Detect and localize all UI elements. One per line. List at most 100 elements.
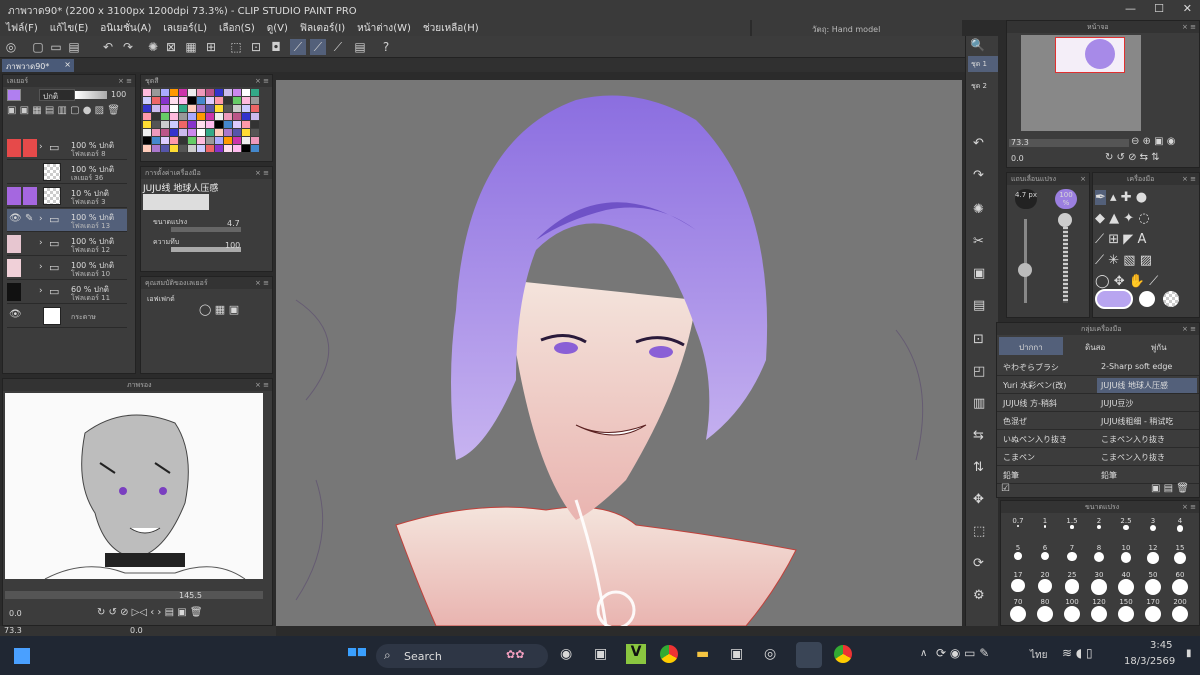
sub-tool-actions-icons[interactable]: ▣ ▤ 🗑 bbox=[1151, 483, 1189, 494]
panel-close-icon[interactable]: × ≡ bbox=[1182, 501, 1196, 513]
move-icon[interactable]: ✥ bbox=[973, 492, 984, 507]
transparent-color-swatch[interactable] bbox=[1163, 291, 1179, 307]
folder-chevron-icon[interactable]: › bbox=[39, 286, 43, 296]
color-swatch[interactable] bbox=[224, 89, 232, 96]
color-swatch[interactable] bbox=[143, 129, 151, 136]
folder-chevron-icon[interactable]: › bbox=[39, 214, 43, 224]
save-icon[interactable]: ▤ bbox=[66, 39, 82, 55]
clock-date[interactable]: 18/3/2569 bbox=[1124, 656, 1175, 667]
ruler-tool-icon[interactable]: ⟋ bbox=[1095, 253, 1104, 268]
color-swatch[interactable] bbox=[233, 137, 241, 144]
color-swatch[interactable] bbox=[152, 105, 160, 112]
brush-size-cell[interactable]: 170 bbox=[1140, 598, 1166, 624]
color-swatch[interactable] bbox=[215, 129, 223, 136]
brush-size-cell[interactable]: 8 bbox=[1086, 544, 1112, 570]
sub-tool-item[interactable]: 2-Sharp soft edge bbox=[1097, 360, 1197, 375]
grid-snap-icon[interactable]: ⟋ bbox=[330, 39, 346, 55]
gradient-2-tool-icon[interactable]: ▨ bbox=[1140, 253, 1152, 268]
brush-size-cell[interactable]: 70 bbox=[1005, 598, 1031, 624]
color-swatch[interactable] bbox=[197, 137, 205, 144]
color-swatch[interactable] bbox=[251, 129, 259, 136]
redo-icon[interactable]: ↷ bbox=[120, 39, 136, 55]
color-swatch[interactable] bbox=[170, 97, 178, 104]
opacity-slider-knob[interactable] bbox=[1058, 213, 1072, 227]
set-1-tab[interactable]: ชุด 1 bbox=[968, 56, 998, 72]
color-swatch[interactable] bbox=[206, 129, 214, 136]
brush-size-cell[interactable]: 12 bbox=[1140, 544, 1166, 570]
layer-row[interactable]: 10 % ปกติ โฟลเดอร์ 3 bbox=[7, 185, 127, 208]
zoom-app-icon[interactable]: ◉ bbox=[560, 646, 572, 662]
scale-icon[interactable]: ◰ bbox=[973, 364, 985, 379]
tray-app-icons[interactable]: ⟳ ◉ ▭ ✎ bbox=[936, 646, 989, 660]
color-swatch[interactable] bbox=[197, 121, 205, 128]
brush-size-cell[interactable]: 10 bbox=[1113, 544, 1139, 570]
color-swatch[interactable] bbox=[197, 145, 205, 152]
color-swatch[interactable] bbox=[143, 121, 151, 128]
color-swatch[interactable] bbox=[251, 137, 259, 144]
layer-row[interactable]: 👁 กระดาษ bbox=[7, 305, 127, 328]
layer-color-swatch[interactable] bbox=[7, 89, 21, 101]
sub-tool-item[interactable]: こまペン bbox=[999, 450, 1095, 465]
brush-size-cell[interactable]: 6 bbox=[1032, 544, 1058, 570]
color-swatch[interactable] bbox=[206, 121, 214, 128]
fill-icon[interactable]: ▦ bbox=[183, 39, 199, 55]
color-swatch[interactable] bbox=[152, 113, 160, 120]
color-swatch[interactable] bbox=[188, 121, 196, 128]
blend-mode-select[interactable]: ปกติ bbox=[39, 89, 75, 101]
brush-size-cell[interactable]: 0.7 bbox=[1005, 517, 1031, 543]
sub-tool-item[interactable]: やわぞらブラシ bbox=[999, 360, 1095, 375]
airbrush-tool-icon[interactable]: ▴ bbox=[1110, 190, 1117, 205]
transform-icon[interactable]: ⊞ bbox=[203, 39, 219, 55]
color-swatch[interactable] bbox=[161, 137, 169, 144]
color-swatch[interactable] bbox=[233, 89, 241, 96]
color-swatch[interactable] bbox=[233, 129, 241, 136]
star-tool-icon[interactable]: ✳ bbox=[1108, 253, 1119, 268]
color-swatch[interactable] bbox=[215, 145, 223, 152]
help-icon[interactable]: ? bbox=[378, 39, 394, 55]
layer-row[interactable]: › ▭ 100 % ปกติ โฟลเดอร์ 12 bbox=[7, 233, 127, 256]
panel-close-icon[interactable]: × ≡ bbox=[255, 167, 269, 179]
color-swatch[interactable] bbox=[161, 121, 169, 128]
color-swatch[interactable] bbox=[152, 129, 160, 136]
transform-icon[interactable]: ⊡ bbox=[973, 332, 984, 347]
color-swatch[interactable] bbox=[233, 97, 241, 104]
clock-time[interactable]: 3:45 bbox=[1150, 640, 1172, 651]
brush-size-cell[interactable]: 200 bbox=[1167, 598, 1193, 624]
color-swatch[interactable] bbox=[206, 137, 214, 144]
lock-cell[interactable] bbox=[23, 187, 37, 205]
sub-tool-item[interactable]: いぬペン入り抜き bbox=[999, 432, 1095, 447]
brush-size-cell[interactable]: 100 bbox=[1059, 598, 1085, 624]
color-swatch[interactable] bbox=[251, 89, 259, 96]
visibility-icon[interactable] bbox=[7, 235, 21, 253]
color-swatch[interactable] bbox=[251, 121, 259, 128]
color-swatch[interactable] bbox=[233, 105, 241, 112]
color-swatch[interactable] bbox=[242, 137, 250, 144]
visibility-icon[interactable] bbox=[7, 187, 21, 205]
opacity-slider[interactable] bbox=[75, 91, 107, 99]
crop-icon[interactable]: ▥ bbox=[973, 396, 985, 411]
brush-size-cell[interactable]: 3 bbox=[1140, 517, 1166, 543]
color-swatch[interactable] bbox=[179, 113, 187, 120]
layer-row[interactable]: › ▭ 60 % ปกติ โฟลเดอร์ 11 bbox=[7, 281, 127, 304]
brush-size-cell[interactable]: 1.5 bbox=[1059, 517, 1085, 543]
folder-chevron-icon[interactable]: › bbox=[39, 142, 43, 152]
menu-animation[interactable]: อนิเมชั่น(A) bbox=[94, 20, 157, 37]
brush-size-cell[interactable]: 2 bbox=[1086, 517, 1112, 543]
fill-tool-icon[interactable]: ● bbox=[1136, 190, 1147, 205]
pen-tool-icon[interactable]: ✒ bbox=[1095, 190, 1106, 205]
sub-tool-item[interactable]: 色混ぜ bbox=[999, 414, 1095, 429]
color-swatch[interactable] bbox=[143, 137, 151, 144]
close-icon[interactable]: ✕ bbox=[1183, 2, 1192, 15]
brush-size-cell[interactable]: 30 bbox=[1086, 571, 1112, 597]
color-swatch[interactable] bbox=[197, 89, 205, 96]
loading-icon[interactable]: ✺ bbox=[973, 202, 984, 217]
color-swatch[interactable] bbox=[224, 105, 232, 112]
color-swatch[interactable] bbox=[179, 121, 187, 128]
color-swatch[interactable] bbox=[152, 121, 160, 128]
tray-chevron-icon[interactable]: ∧ bbox=[920, 648, 927, 659]
brush-size-cell[interactable]: 7 bbox=[1059, 544, 1085, 570]
move-tool-icon[interactable]: ✥ bbox=[1114, 274, 1125, 289]
color-swatch[interactable] bbox=[170, 89, 178, 96]
color-swatch[interactable] bbox=[206, 89, 214, 96]
color-swatch[interactable] bbox=[224, 113, 232, 120]
